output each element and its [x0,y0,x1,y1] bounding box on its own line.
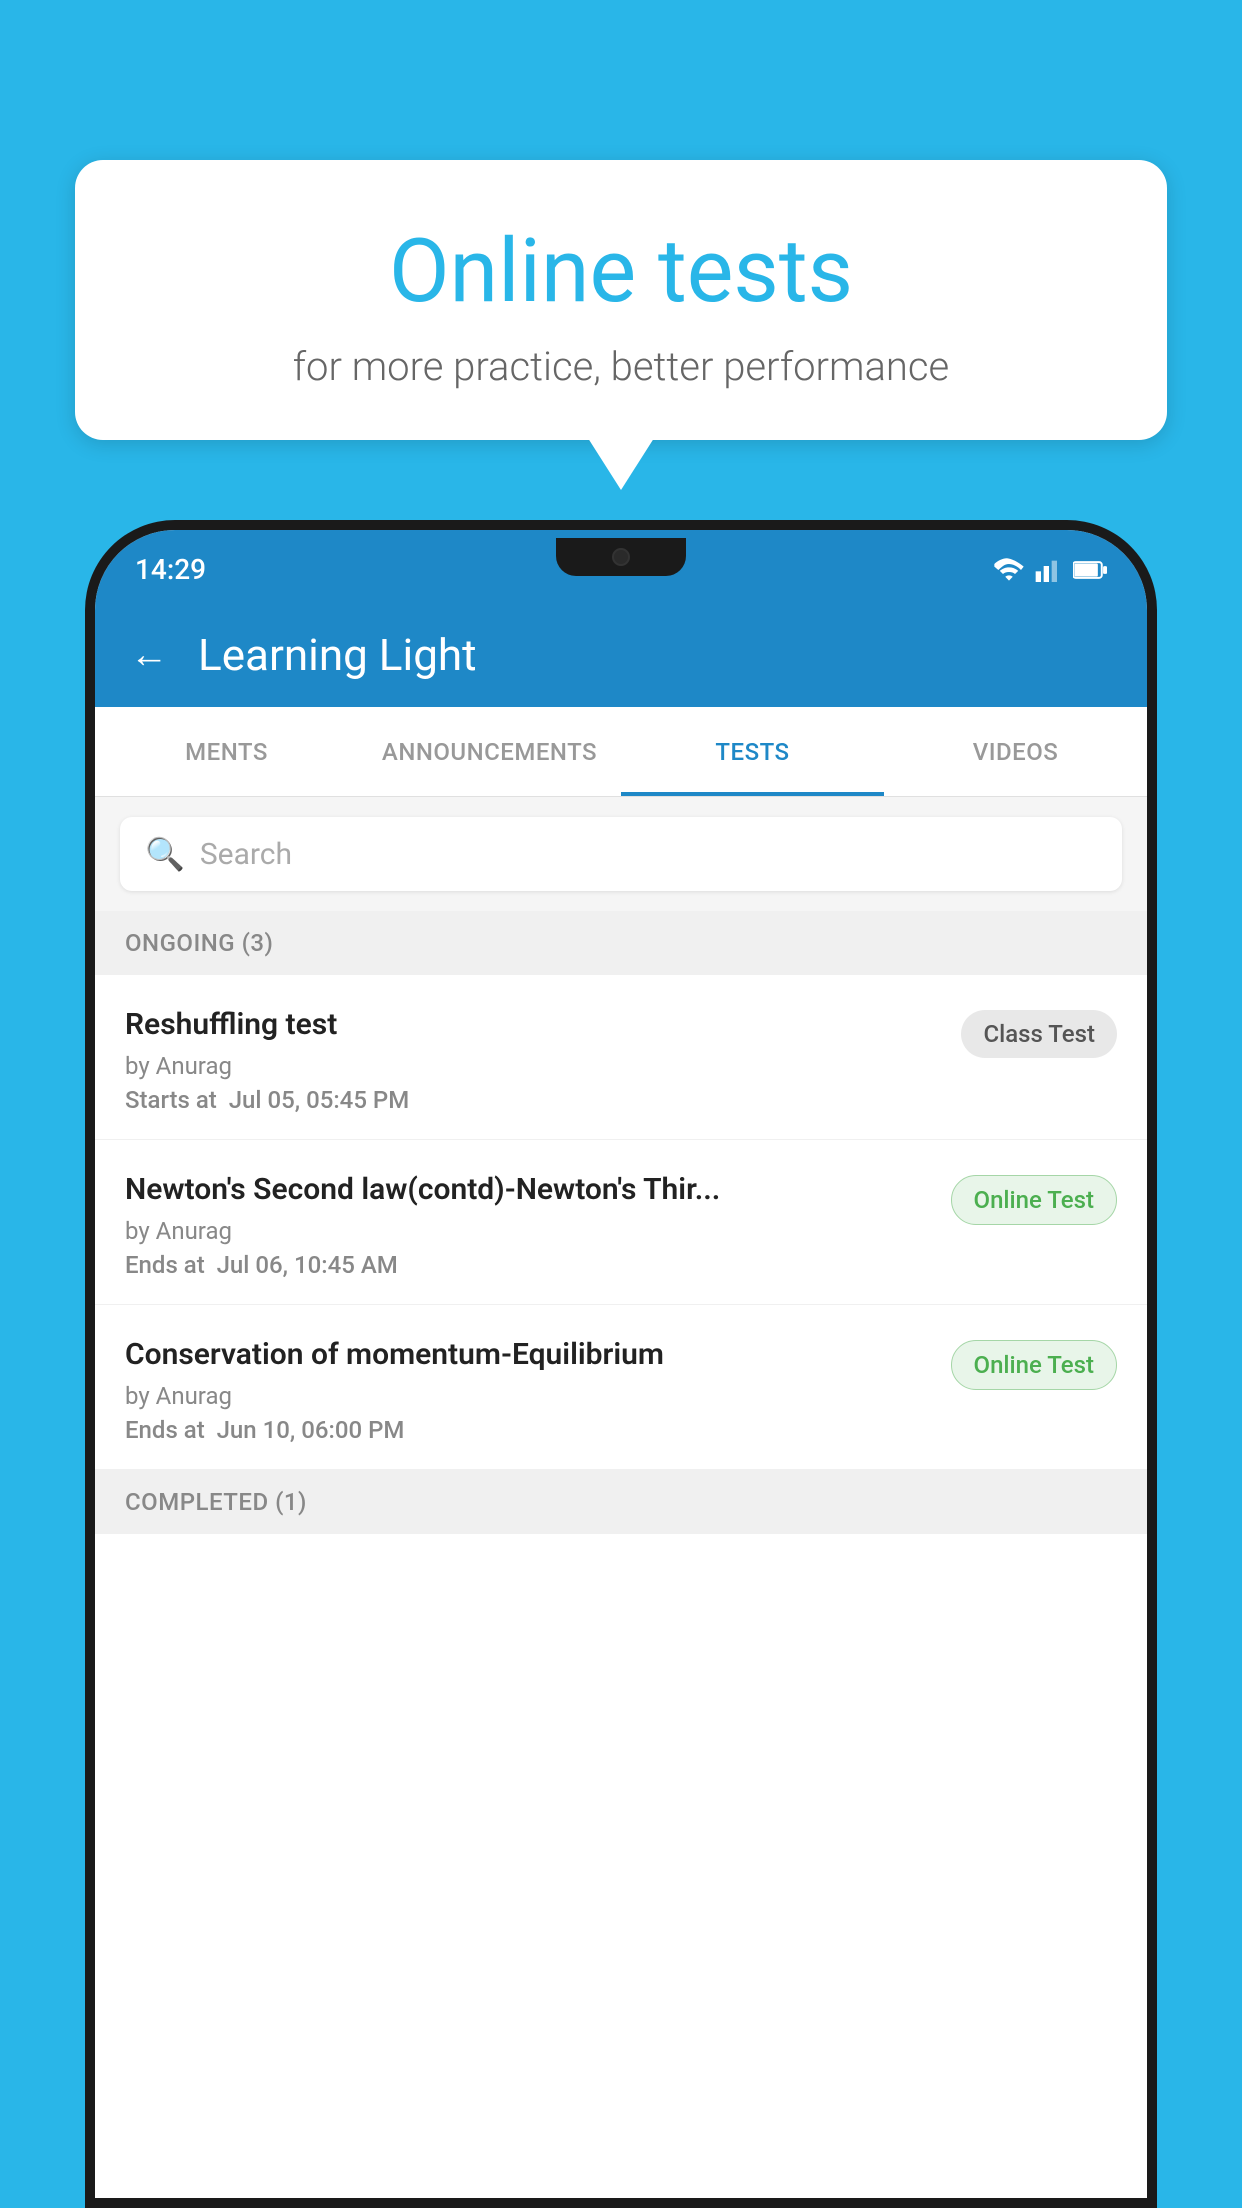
tab-ments[interactable]: MENTS [95,707,358,796]
search-container: 🔍 Search [95,797,1147,911]
badge-online-test-2: Online Test [951,1175,1117,1225]
tab-videos[interactable]: VIDEOS [884,707,1147,796]
test-author-3: by Anurag [125,1382,931,1410]
search-input[interactable]: Search [200,837,292,872]
signal-icon [1035,558,1063,582]
search-icon: 🔍 [145,835,185,873]
bubble-subtitle: for more practice, better performance [125,343,1117,390]
test-title-3: Conservation of momentum-Equilibrium [125,1335,931,1374]
wifi-icon [993,558,1025,582]
search-bar[interactable]: 🔍 Search [120,817,1122,891]
badge-class-test-1: Class Test [961,1010,1117,1058]
test-info-2: Newton's Second law(contd)-Newton's Thir… [125,1170,931,1279]
app-title: Learning Light [198,629,477,681]
tab-announcements[interactable]: ANNOUNCEMENTS [358,707,621,796]
test-date-1: Starts at Jul 05, 05:45 PM [125,1086,941,1114]
test-title-2: Newton's Second law(contd)-Newton's Thir… [125,1170,931,1209]
completed-section-header: COMPLETED (1) [95,1470,1147,1534]
status-time: 14:29 [135,553,206,586]
test-date-2: Ends at Jul 06, 10:45 AM [125,1251,931,1279]
back-button[interactable]: ← [130,633,168,677]
phone-frame: 14:29 [85,520,1157,2208]
phone-screen: 14:29 [95,530,1147,2198]
tab-tests[interactable]: TESTS [621,707,884,796]
test-info-1: Reshuffling test by Anurag Starts at Jul… [125,1005,941,1114]
front-camera [612,548,630,566]
ongoing-section-header: ONGOING (3) [95,911,1147,975]
test-item-reshuffling[interactable]: Reshuffling test by Anurag Starts at Jul… [95,975,1147,1140]
bubble-title: Online tests [125,220,1117,323]
test-list: Reshuffling test by Anurag Starts at Jul… [95,975,1147,2198]
test-info-3: Conservation of momentum-Equilibrium by … [125,1335,931,1444]
battery-icon [1073,559,1107,581]
status-icons [993,558,1107,582]
test-date-3: Ends at Jun 10, 06:00 PM [125,1416,931,1444]
speech-bubble: Online tests for more practice, better p… [75,160,1167,440]
test-item-conservation[interactable]: Conservation of momentum-Equilibrium by … [95,1305,1147,1470]
badge-online-test-3: Online Test [951,1340,1117,1390]
tab-bar: MENTS ANNOUNCEMENTS TESTS VIDEOS [95,707,1147,797]
test-author-1: by Anurag [125,1052,941,1080]
test-item-newtons[interactable]: Newton's Second law(contd)-Newton's Thir… [95,1140,1147,1305]
test-title-1: Reshuffling test [125,1005,941,1044]
notch [556,538,686,576]
app-bar: ← Learning Light [95,602,1147,707]
test-author-2: by Anurag [125,1217,931,1245]
